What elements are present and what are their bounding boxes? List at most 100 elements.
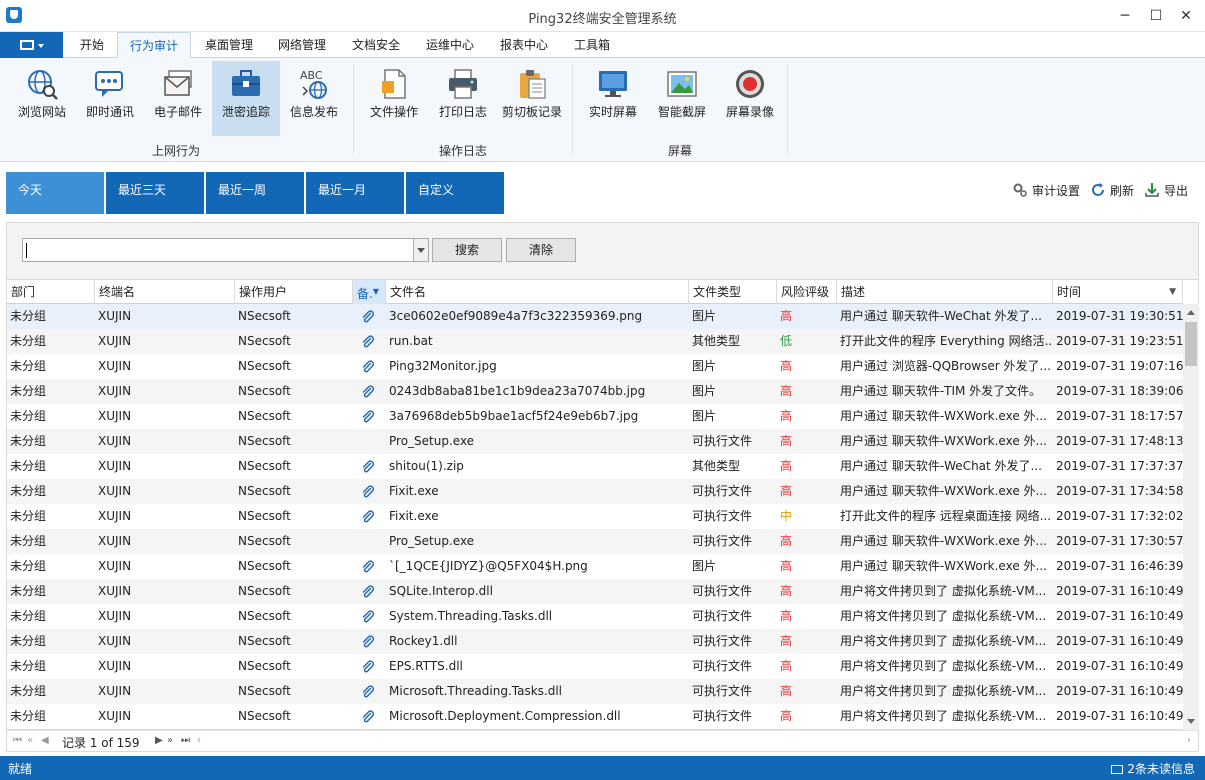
table-row[interactable]: 未分组 XUJIN NSecsoft System.Threading.Tasks.d…: [7, 604, 1183, 629]
table-row[interactable]: 未分组 XUJIN NSecsoft Ping32Monitor.jpg 图片 高 用户通过…: [7, 354, 1183, 379]
table-row[interactable]: 未分组 XUJIN NSecsoft Pro_Setup.exe 可执行文件 高 用户通过 …: [7, 529, 1183, 554]
tab-report-center[interactable]: 报表中心: [488, 32, 560, 59]
column-header-terminal[interactable]: 终端名: [95, 280, 235, 304]
search-input[interactable]: [22, 238, 414, 262]
scrollbar-thumb[interactable]: [1185, 322, 1197, 366]
column-header-attachment[interactable]: 备.▼: [353, 280, 386, 304]
paperclip-icon[interactable]: [361, 560, 375, 574]
table-row[interactable]: 未分组 XUJIN NSecsoft SQLite.Interop.dll 可执行文件 高…: [7, 579, 1183, 604]
live-screen-button[interactable]: 实时屏幕: [579, 61, 647, 136]
clipboard-record-button[interactable]: 剪切板记录: [498, 61, 566, 136]
column-header-description[interactable]: 描述: [837, 280, 1053, 304]
paperclip-icon[interactable]: [361, 710, 375, 724]
tab-document-security[interactable]: 文档安全: [340, 32, 412, 59]
paperclip-icon[interactable]: [361, 610, 375, 624]
paperclip-icon[interactable]: [361, 485, 375, 499]
date-tab-custom[interactable]: 自定义: [406, 172, 504, 214]
table-row[interactable]: 未分组 XUJIN NSecsoft 0243db8aba81be1c1b9dea23…: [7, 379, 1183, 404]
date-tab-today[interactable]: 今天: [6, 172, 104, 214]
cell-user: NSecsoft: [238, 459, 291, 473]
export-button[interactable]: 导出: [1144, 182, 1188, 200]
clear-button[interactable]: 清除: [506, 238, 576, 262]
column-header-user[interactable]: 操作用户: [235, 280, 353, 304]
table-row[interactable]: 未分组 XUJIN NSecsoft Fixit.exe 可执行文件 高 用户通过 聊天软件…: [7, 479, 1183, 504]
smart-screenshot-button[interactable]: 智能截屏: [648, 61, 716, 136]
audit-settings-button[interactable]: 审计设置: [1012, 182, 1080, 200]
search-button[interactable]: 搜索: [432, 238, 502, 262]
table-row[interactable]: 未分组 XUJIN NSecsoft Rockey1.dll 可执行文件 高 用户将文件拷贝…: [7, 629, 1183, 654]
scroll-left-icon[interactable]: ‹: [197, 735, 201, 746]
scroll-right-icon[interactable]: ›: [1187, 735, 1191, 746]
next-page-fast-icon[interactable]: »: [167, 735, 173, 746]
unread-messages[interactable]: 2条未读信息: [1111, 760, 1195, 777]
column-header-risk[interactable]: 风险评级: [777, 280, 837, 304]
file-operation-button[interactable]: 文件操作: [360, 61, 428, 136]
first-page-icon[interactable]: ⏮: [13, 735, 22, 746]
next-page-icon[interactable]: ▶: [155, 735, 163, 746]
cell-terminal: XUJIN: [98, 684, 132, 698]
email-button[interactable]: 电子邮件: [144, 61, 212, 136]
minimize-button[interactable]: ─: [1111, 4, 1139, 28]
app-menu-button[interactable]: [0, 32, 63, 58]
column-header-file-type[interactable]: 文件类型: [689, 280, 777, 304]
screen-record-label: 屏幕录像: [725, 105, 774, 119]
scroll-up-icon[interactable]: [1187, 310, 1195, 315]
tab-desktop-management[interactable]: 桌面管理: [193, 32, 265, 59]
leak-tracking-button[interactable]: 泄密追踪: [212, 61, 280, 136]
paperclip-icon[interactable]: [361, 510, 375, 524]
paperclip-icon[interactable]: [361, 585, 375, 599]
date-tab-last-month[interactable]: 最近一月: [306, 172, 404, 214]
refresh-button[interactable]: 刷新: [1090, 182, 1134, 200]
print-log-button[interactable]: 打印日志: [429, 61, 497, 136]
cell-description: 用户将文件拷贝到了 虚拟化系统-VM...: [840, 709, 1047, 723]
cell-filename: shitou(1).zip: [389, 459, 464, 473]
cell-risk: 低: [780, 334, 793, 348]
info-publish-button[interactable]: ABC 信息发布: [280, 61, 348, 136]
scroll-down-icon[interactable]: [1187, 719, 1195, 724]
ribbon-separator: [787, 64, 788, 154]
tab-ops-center[interactable]: 运维中心: [414, 32, 486, 59]
paperclip-icon[interactable]: [361, 635, 375, 649]
table-row[interactable]: 未分组 XUJIN NSecsoft 3ce0602e0ef9089e4a7f3c32…: [7, 304, 1183, 329]
paperclip-icon[interactable]: [361, 310, 375, 324]
paperclip-icon[interactable]: [361, 360, 375, 374]
table-row[interactable]: 未分组 XUJIN NSecsoft Pro_Setup.exe 可执行文件 高 用户通过 …: [7, 429, 1183, 454]
column-header-department[interactable]: 部门: [7, 280, 95, 304]
table-row[interactable]: 未分组 XUJIN NSecsoft 3a76968deb5b9bae1acf5f24…: [7, 404, 1183, 429]
cell-user: NSecsoft: [238, 384, 291, 398]
tab-start[interactable]: 开始: [69, 32, 115, 59]
paperclip-icon[interactable]: [361, 685, 375, 699]
paperclip-icon[interactable]: [361, 385, 375, 399]
last-page-icon[interactable]: ⏭: [181, 735, 190, 746]
tab-network-management[interactable]: 网络管理: [266, 32, 338, 59]
browse-web-button[interactable]: 浏览网站: [8, 61, 76, 136]
cell-file-type: 图片: [692, 559, 717, 573]
table-row[interactable]: 未分组 XUJIN NSecsoft shitou(1).zip 其他类型 高 用户通过 聊…: [7, 454, 1183, 479]
tab-behavior-audit[interactable]: 行为审计: [117, 32, 191, 59]
table-row[interactable]: 未分组 XUJIN NSecsoft run.bat 其他类型 低 打开此文件的程序 Eve…: [7, 329, 1183, 354]
cell-risk: 高: [780, 384, 793, 398]
date-tab-last-week[interactable]: 最近一周: [206, 172, 304, 214]
paperclip-icon[interactable]: [361, 410, 375, 424]
date-tab-last-3-days[interactable]: 最近三天: [106, 172, 204, 214]
paperclip-icon[interactable]: [361, 335, 375, 349]
screen-record-button[interactable]: 屏幕录像: [716, 61, 784, 136]
prev-page-icon[interactable]: ◀: [41, 735, 49, 746]
paperclip-icon[interactable]: [361, 460, 375, 474]
table-row[interactable]: 未分组 XUJIN NSecsoft Microsoft.Threading.Task…: [7, 679, 1183, 704]
tab-toolbox[interactable]: 工具箱: [562, 32, 622, 59]
close-button[interactable]: ✕: [1172, 4, 1200, 28]
table-row[interactable]: 未分组 XUJIN NSecsoft `[_1QCE{JIDYZ}@Q5FX04$H.…: [7, 554, 1183, 579]
table-row[interactable]: 未分组 XUJIN NSecsoft Fixit.exe 可执行文件 中 打开此文件的程序 …: [7, 504, 1183, 529]
instant-messaging-button[interactable]: 即时通讯: [76, 61, 144, 136]
cell-department: 未分组: [10, 534, 47, 548]
maximize-button[interactable]: ☐: [1142, 4, 1170, 28]
search-dropdown-button[interactable]: [413, 238, 429, 262]
table-row[interactable]: 未分组 XUJIN NSecsoft EPS.RTTS.dll 可执行文件 高 用户将文件拷…: [7, 654, 1183, 679]
paperclip-icon[interactable]: [361, 660, 375, 674]
table-row[interactable]: 未分组 XUJIN NSecsoft Microsoft.Deployment.Com…: [7, 704, 1183, 729]
column-header-time[interactable]: 时间 ▼: [1053, 280, 1183, 304]
vertical-scrollbar[interactable]: [1183, 304, 1199, 730]
prev-page-fast-icon[interactable]: «: [27, 735, 33, 746]
column-header-filename[interactable]: 文件名: [386, 280, 689, 304]
